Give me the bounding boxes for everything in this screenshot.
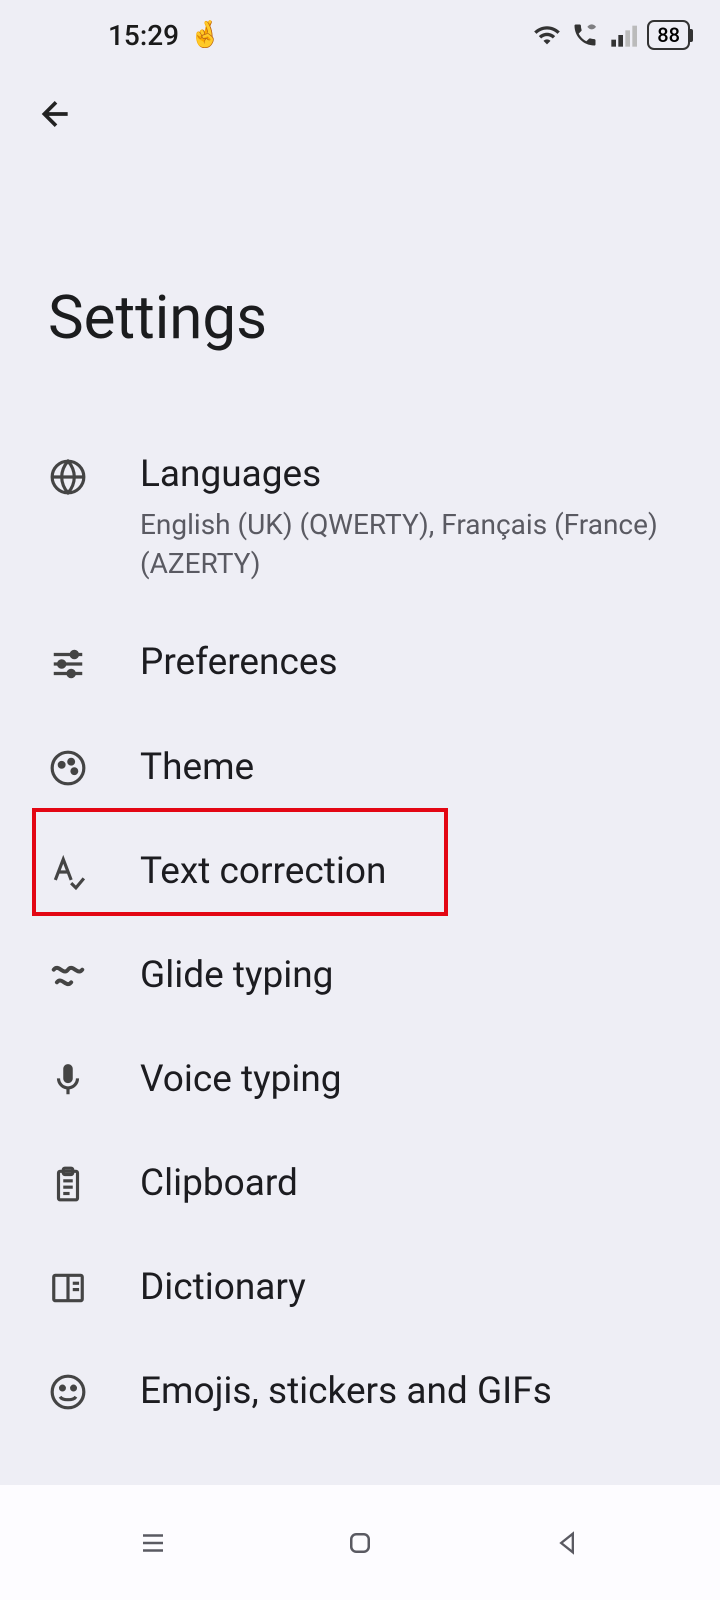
settings-item-emojis[interactable]: Emojis, stickers and GIFs <box>0 1340 720 1444</box>
mic-icon <box>48 1060 88 1100</box>
status-left: 15:29 🤞 <box>108 19 221 52</box>
battery-indicator: 88 <box>647 20 690 50</box>
item-content: Emojis, stickers and GIFs <box>140 1368 672 1416</box>
item-content: Text correction <box>140 848 672 896</box>
item-subtitle: English (UK) (QWERTY), Français (France)… <box>140 505 672 583</box>
item-content: Theme <box>140 744 672 792</box>
item-title: Clipboard <box>140 1160 672 1208</box>
item-content: Dictionary <box>140 1264 672 1312</box>
settings-item-dictionary[interactable]: Dictionary <box>0 1236 720 1340</box>
palette-icon <box>48 748 88 788</box>
item-title: Preferences <box>140 639 672 687</box>
wifi-call-icon <box>571 21 599 49</box>
item-title: Emojis, stickers and GIFs <box>140 1368 672 1416</box>
item-title: Languages <box>140 451 672 499</box>
signal-icon <box>609 21 637 49</box>
wifi-icon <box>533 21 561 49</box>
smiley-icon <box>48 1372 88 1412</box>
item-content: Preferences <box>140 639 672 687</box>
clipboard-icon <box>48 1164 88 1204</box>
settings-item-preferences[interactable]: Preferences <box>0 611 720 715</box>
item-content: Glide typing <box>140 952 672 1000</box>
back-button[interactable] <box>0 70 112 158</box>
settings-item-theme[interactable]: Theme <box>0 716 720 820</box>
back-nav-button[interactable] <box>547 1523 587 1563</box>
settings-item-clipboard[interactable]: Clipboard <box>0 1132 720 1236</box>
status-right: 88 <box>533 20 690 50</box>
text-check-icon <box>48 852 88 892</box>
status-time: 15:29 <box>108 19 179 52</box>
settings-item-languages[interactable]: Languages English (UK) (QWERTY), Françai… <box>0 423 720 611</box>
item-content: Clipboard <box>140 1160 672 1208</box>
item-content: Voice typing <box>140 1056 672 1104</box>
settings-list: Languages English (UK) (QWERTY), Françai… <box>0 403 720 1464</box>
home-button[interactable] <box>340 1523 380 1563</box>
item-title: Dictionary <box>140 1264 672 1312</box>
recent-apps-button[interactable] <box>133 1523 173 1563</box>
squiggle-icon <box>48 956 88 996</box>
sliders-icon <box>48 644 88 684</box>
settings-item-glide-typing[interactable]: Glide typing <box>0 924 720 1028</box>
settings-item-text-correction[interactable]: Text correction <box>0 820 720 924</box>
navigation-bar <box>0 1485 720 1600</box>
page-title: Settings <box>0 162 720 403</box>
item-title: Glide typing <box>140 952 672 1000</box>
item-title: Text correction <box>140 848 672 896</box>
item-content: Languages English (UK) (QWERTY), Françai… <box>140 451 672 583</box>
item-title: Voice typing <box>140 1056 672 1104</box>
item-title: Theme <box>140 744 672 792</box>
settings-item-voice-typing[interactable]: Voice typing <box>0 1028 720 1132</box>
status-bar: 15:29 🤞 88 <box>0 0 720 70</box>
globe-icon <box>48 457 88 497</box>
book-icon <box>48 1268 88 1308</box>
emoji-icon: 🤞 <box>189 20 221 50</box>
